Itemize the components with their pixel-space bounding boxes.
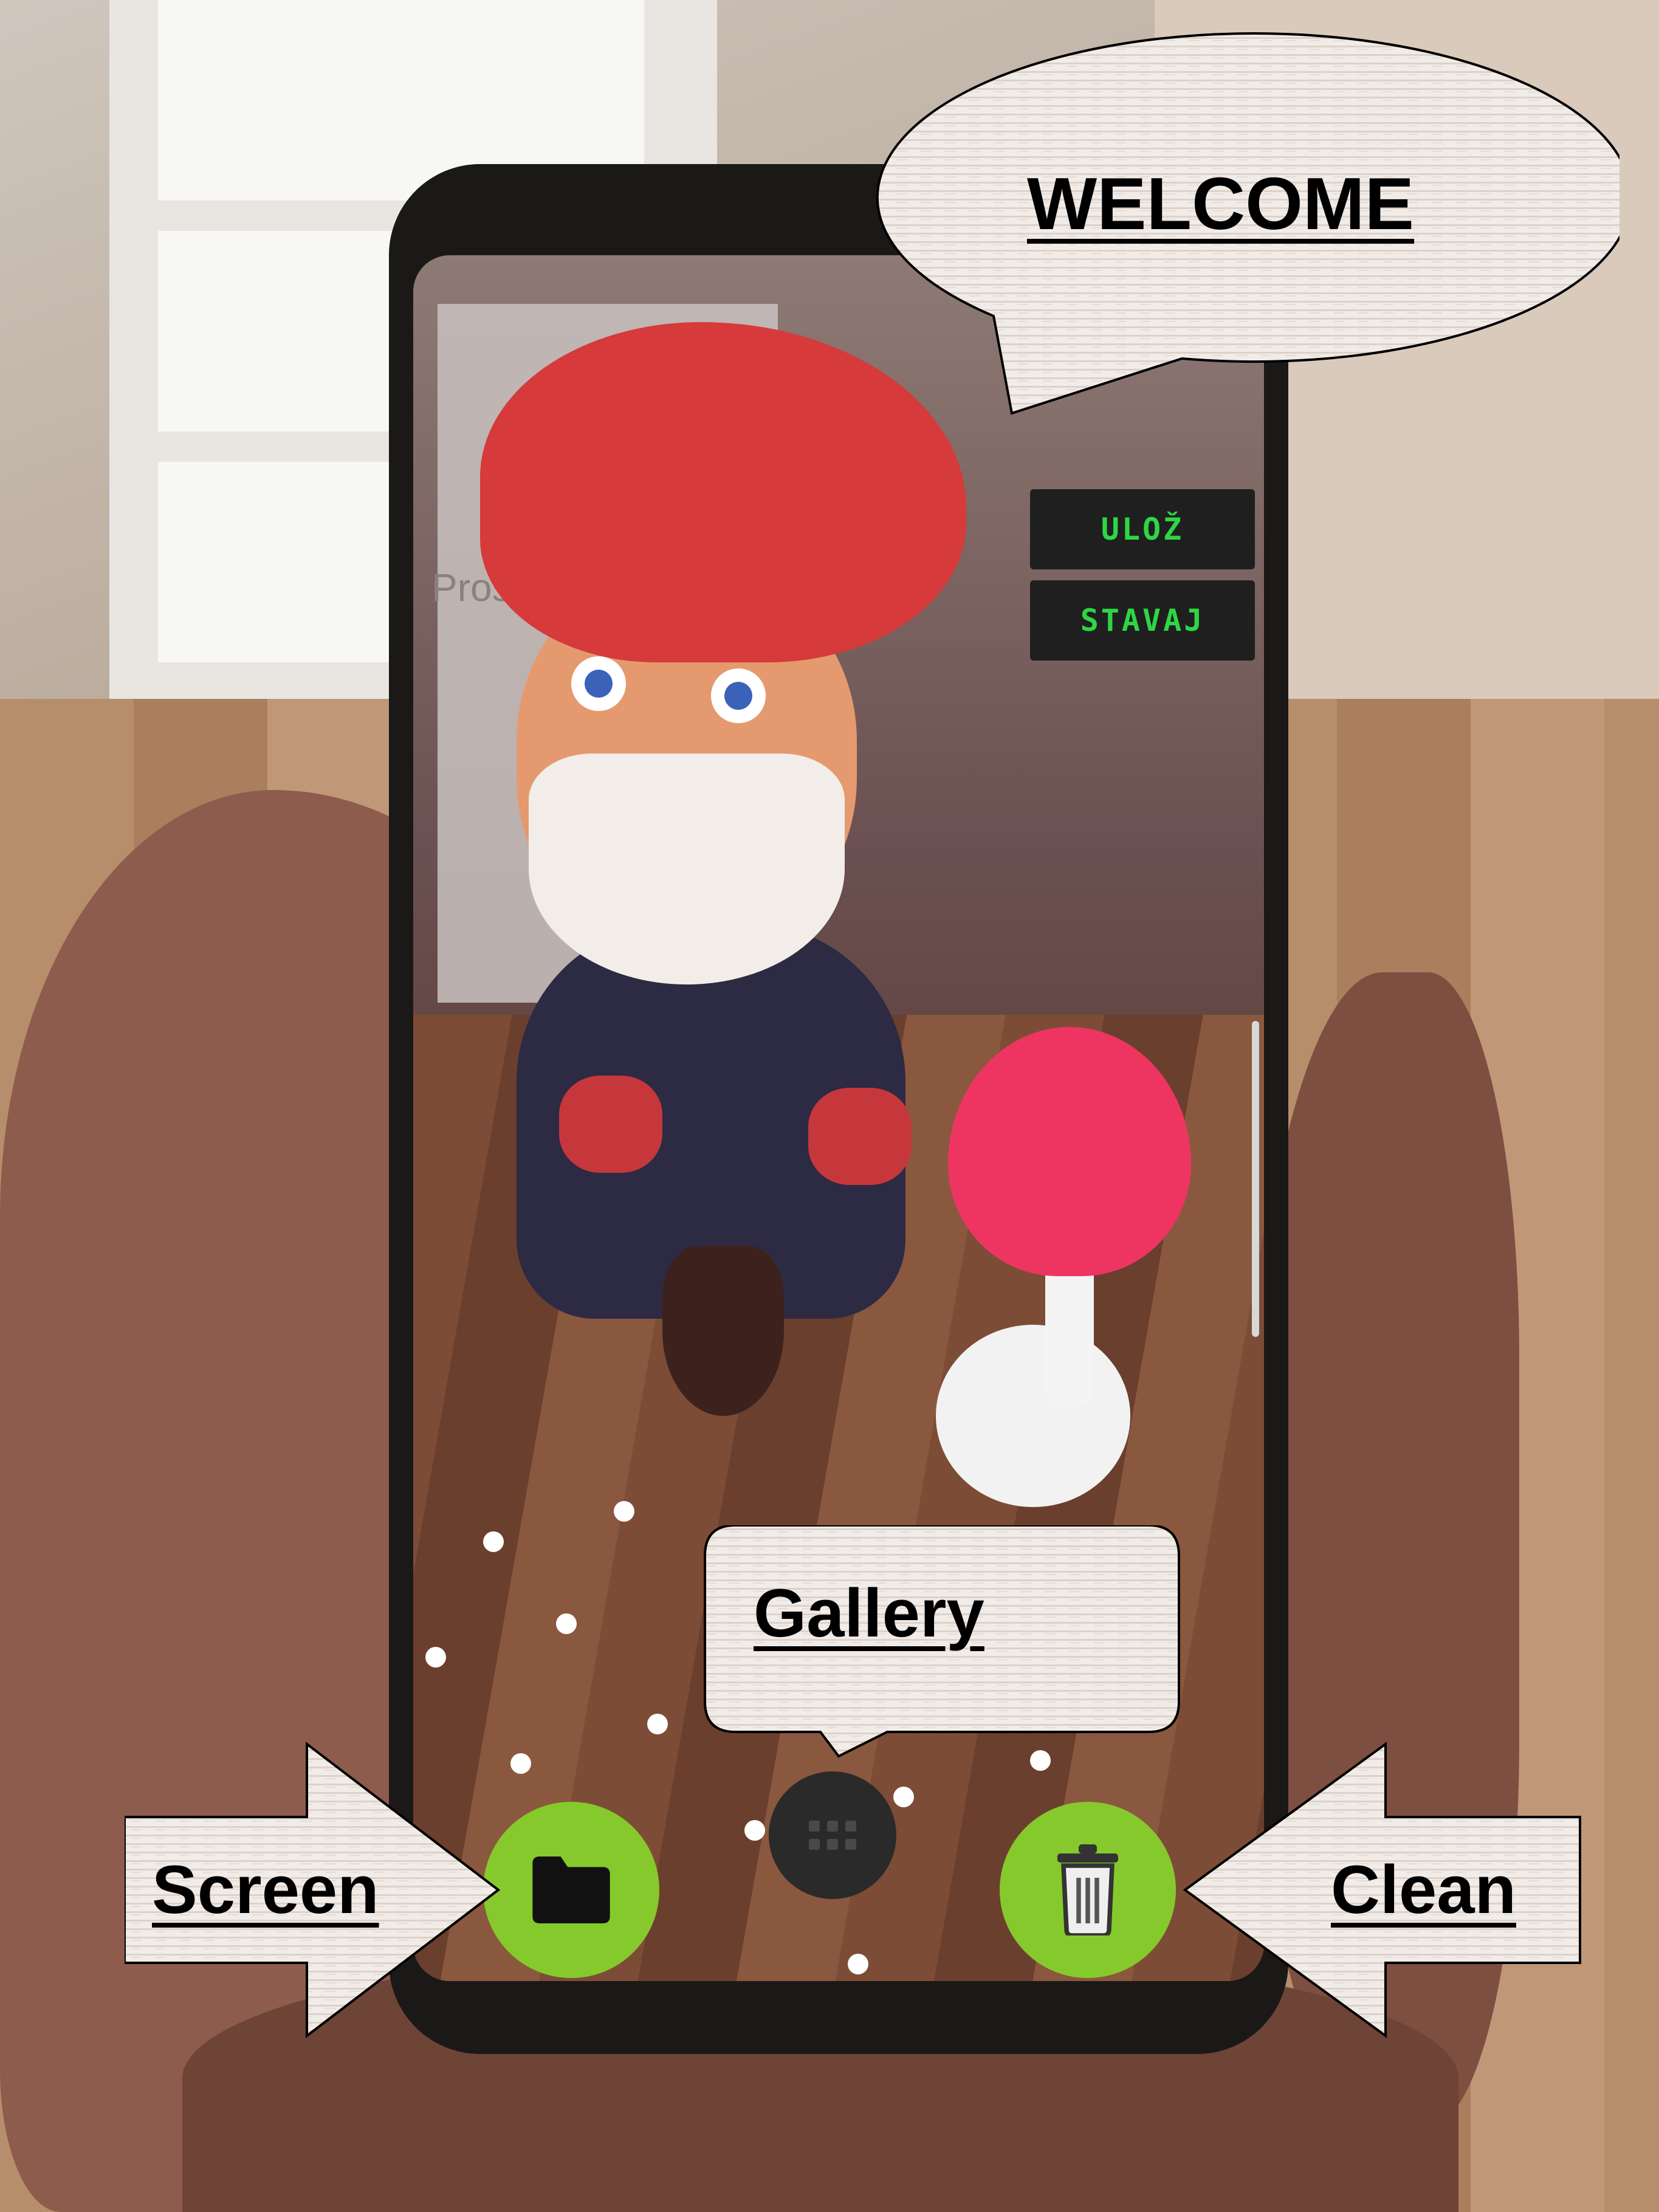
save-button[interactable]: ULOŽ <box>1030 489 1255 569</box>
grid-icon <box>809 1821 856 1850</box>
plane-dot <box>893 1787 914 1807</box>
welcome-label: WELCOME <box>1027 162 1415 245</box>
gallery-button[interactable] <box>769 1771 896 1899</box>
plane-dot <box>647 1714 668 1734</box>
plane-dot <box>425 1647 446 1668</box>
plane-dot <box>483 1531 504 1552</box>
gnome-shoe <box>559 1076 662 1173</box>
screenshot-button[interactable] <box>483 1802 659 1978</box>
clean-label: Clean <box>1331 1852 1516 1928</box>
folder-icon <box>532 1856 610 1923</box>
gnome-eye <box>571 656 626 711</box>
gnome-eye <box>711 668 766 723</box>
plane-dot <box>614 1501 634 1522</box>
screen-label: Screen <box>152 1852 379 1928</box>
stump-model <box>662 1246 784 1416</box>
plane-dot <box>510 1753 531 1774</box>
plane-dot <box>744 1820 765 1841</box>
clear-button[interactable] <box>1000 1802 1176 1978</box>
trash-icon <box>1057 1844 1118 1935</box>
scrollbar[interactable] <box>1252 1021 1259 1337</box>
plane-dot <box>556 1613 577 1634</box>
plane-dot <box>848 1954 868 1974</box>
gallery-label: Gallery <box>754 1575 984 1651</box>
gnome-shoe <box>808 1088 912 1185</box>
stool-base <box>936 1325 1130 1507</box>
build-button[interactable]: STAVAJ <box>1030 580 1255 661</box>
gnome-beard <box>529 754 845 984</box>
